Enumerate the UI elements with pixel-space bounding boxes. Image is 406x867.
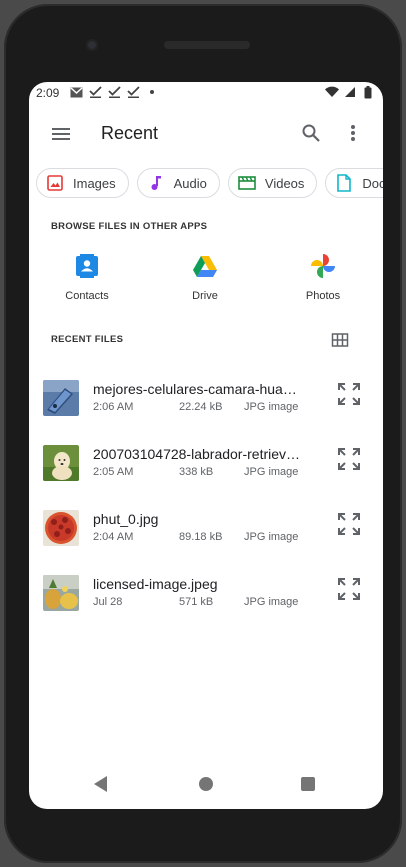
status-bar: 2:09: [29, 82, 383, 104]
google-photos-icon: [309, 252, 337, 280]
grid-view-icon[interactable]: [331, 331, 349, 349]
document-icon: [335, 174, 353, 192]
expand-preview-icon[interactable]: [336, 446, 362, 472]
movie-icon: [238, 174, 256, 192]
music-note-icon: [147, 174, 165, 192]
navigation-menu-icon[interactable]: [49, 122, 73, 146]
wifi-icon: [325, 85, 339, 99]
file-name: licensed-image.jpeg: [93, 576, 218, 592]
file-size: 22.24 kB: [179, 401, 223, 413]
search-icon[interactable]: [299, 121, 323, 145]
earpiece-speaker: [164, 41, 250, 49]
file-name: mejores-celulares-camara-huawei.jpg: [93, 381, 305, 397]
expand-preview-icon[interactable]: [336, 576, 362, 602]
file-thumbnail: [43, 445, 79, 481]
back-icon[interactable]: [93, 775, 109, 793]
file-type: JPG image: [244, 401, 299, 413]
download-done-icon: [107, 85, 121, 99]
chip-images[interactable]: Images: [36, 168, 129, 198]
gmail-icon: [69, 85, 83, 99]
download-done-icon: [126, 85, 140, 99]
google-drive-icon: [191, 252, 219, 280]
phone-frame: 2:09 Recent Images Audio Videos Doc BROW…: [4, 4, 402, 863]
app-label: Drive: [192, 290, 218, 302]
file-thumbnail: [43, 575, 79, 611]
cellular-signal-icon: [343, 85, 357, 99]
battery-icon: [361, 85, 375, 99]
app-label: Contacts: [65, 290, 109, 302]
home-icon[interactable]: [199, 777, 213, 791]
more-options-icon[interactable]: [341, 121, 365, 145]
file-date: Jul 28: [93, 596, 123, 608]
expand-preview-icon[interactable]: [336, 511, 362, 537]
expand-preview-icon[interactable]: [336, 381, 362, 407]
screen: 2:09 Recent Images Audio Videos Doc BROW…: [29, 82, 383, 809]
recent-apps-icon[interactable]: [301, 777, 315, 791]
chip-documents[interactable]: Docum: [325, 168, 383, 198]
file-name: phut_0.jpg: [93, 511, 159, 527]
recent-files-label: RECENT FILES: [51, 334, 124, 345]
chip-label: Audio: [173, 175, 207, 191]
file-row[interactable]: mejores-celulares-camara-huawei.jpg 2:06…: [29, 376, 383, 430]
chip-label: Images: [73, 175, 116, 191]
browse-section-label: BROWSE FILES IN OTHER APPS: [51, 221, 208, 232]
front-camera: [86, 39, 98, 51]
more-notifications-dot-icon: [145, 85, 159, 99]
file-name: 200703104728-labrador-retriever.jpg: [93, 446, 305, 462]
file-date: 2:04 AM: [93, 531, 134, 543]
file-size: 338 kB: [179, 466, 214, 478]
file-type: JPG image: [244, 596, 299, 608]
file-thumbnail: [43, 380, 79, 416]
file-size: 571 kB: [179, 596, 214, 608]
file-thumbnail: [43, 510, 79, 546]
chip-videos[interactable]: Videos: [227, 168, 318, 198]
file-date: 2:06 AM: [93, 401, 134, 413]
file-type: JPG image: [244, 466, 299, 478]
file-type: JPG image: [244, 531, 299, 543]
notification-icons: [69, 85, 159, 99]
file-date: 2:05 AM: [93, 466, 134, 478]
chip-label: Videos: [264, 175, 305, 191]
system-status-icons: [325, 85, 375, 99]
app-contacts[interactable]: Contacts: [42, 252, 132, 302]
page-title: Recent: [101, 123, 159, 143]
chip-label: Docum: [362, 175, 383, 191]
file-row[interactable]: phut_0.jpg 2:04 AM 89.18 kB JPG image: [29, 506, 383, 560]
download-done-icon: [88, 85, 102, 99]
file-row[interactable]: 200703104728-labrador-retriever.jpg 2:05…: [29, 441, 383, 495]
file-size: 89.18 kB: [179, 531, 223, 543]
file-row[interactable]: licensed-image.jpeg Jul 28 571 kB JPG im…: [29, 571, 383, 625]
app-label: Photos: [305, 290, 341, 302]
file-type-chips: Images Audio Videos Docum: [36, 168, 383, 198]
status-time: 2:09: [36, 86, 60, 100]
app-bar: Recent: [29, 112, 383, 156]
system-navigation-bar: [29, 761, 383, 809]
image-icon: [46, 174, 64, 192]
app-drive[interactable]: Drive: [160, 252, 250, 302]
contacts-icon: [73, 252, 101, 280]
chip-audio[interactable]: Audio: [136, 168, 220, 198]
app-photos[interactable]: Photos: [278, 252, 368, 302]
